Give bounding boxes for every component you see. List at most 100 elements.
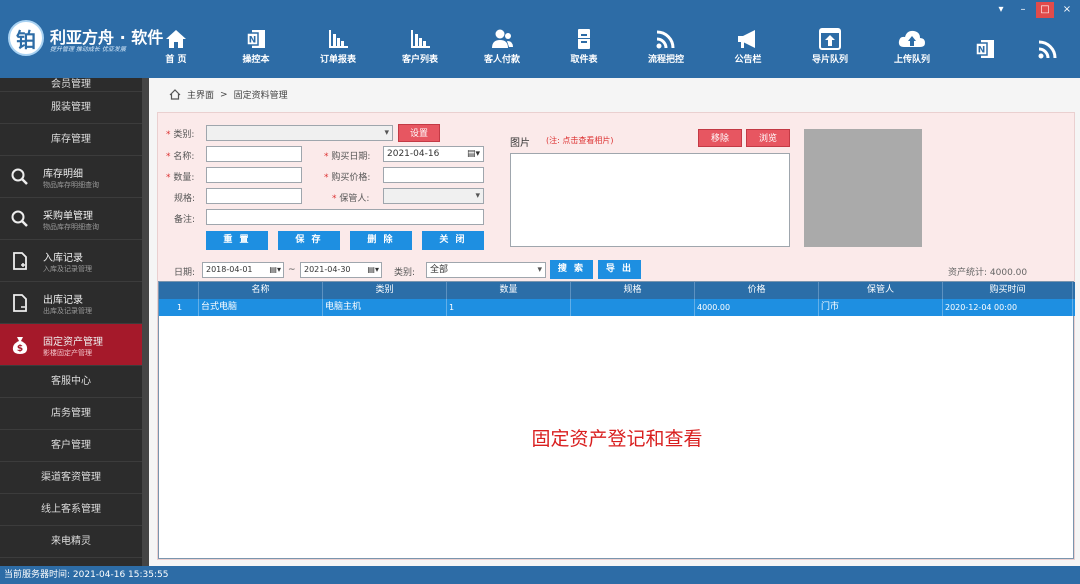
home-icon[interactable] <box>169 89 181 100</box>
toolbar-customer-list-button[interactable]: 客户列表 <box>380 24 460 66</box>
photo-note: (注: 点击查看相片) <box>546 136 614 145</box>
asset-form-panel: * 类别: 设置 * 名称: * 购买日期: 2021-04-16▤▾ * 数量… <box>157 112 1075 560</box>
sidebar-item-call-assistant[interactable]: 来电精灵 <box>0 526 142 558</box>
photo-preview[interactable] <box>804 129 922 247</box>
asset-total: 资产统计: 4000.00 <box>948 268 1028 278</box>
search-icon <box>11 168 28 185</box>
money-bag-icon: $ <box>12 337 28 354</box>
name-label: * 名称: <box>166 152 195 162</box>
cloud-upload-icon <box>872 24 952 54</box>
breadcrumb-current: 固定资料管理 <box>233 91 288 101</box>
quantity-input[interactable] <box>206 167 302 183</box>
sidebar-item-channel-leads[interactable]: 渠道客资管理 <box>0 462 142 494</box>
spec-input[interactable] <box>206 188 302 204</box>
date-from-picker[interactable]: 2018-04-01 ▤▾ <box>202 262 284 278</box>
name-input[interactable] <box>206 146 302 162</box>
sidebar-item-inventory[interactable]: 库存管理 <box>0 124 142 156</box>
toolbar-process-control-button[interactable]: 流程把控 <box>626 24 706 66</box>
photo-drop-area[interactable] <box>510 153 790 247</box>
toolbar-order-report-button[interactable]: 订单报表 <box>298 24 378 66</box>
calendar-icon[interactable]: ▤▾ <box>269 263 281 277</box>
delete-button[interactable]: 删 除 <box>350 231 412 250</box>
notebook-icon: N <box>216 24 296 54</box>
app-slogan: 提升管理 推动成长 优亚发展 <box>50 46 126 53</box>
sidebar-item-clothing[interactable]: 服装管理 <box>0 92 142 124</box>
sidebar-item-service-center[interactable]: 客服中心 <box>0 366 142 398</box>
document-out-icon <box>13 294 27 312</box>
column-header[interactable]: 数量 <box>447 282 571 299</box>
toolbar-onenote-button[interactable]: N <box>965 34 1005 64</box>
table-row[interactable]: 1 台式电脑 电脑主机 1 4000.00 门市 2020-12-04 00:0… <box>159 299 1075 316</box>
sidebar-item-customers[interactable]: 客户管理 <box>0 430 142 462</box>
column-header[interactable]: 规格 <box>571 282 695 299</box>
sidebar-item-stock-out[interactable]: 出库记录 出库及记录管理 <box>0 282 142 324</box>
home-icon <box>136 24 216 54</box>
search-icon <box>11 210 28 227</box>
sidebar-item-stock-in[interactable]: 入库记录 入库及记录管理 <box>0 240 142 282</box>
sidebar-item-stock-detail[interactable]: 库存明细 物品库存明细查询 <box>0 156 142 198</box>
column-header[interactable]: 类别 <box>323 282 447 299</box>
sidebar-splitter[interactable] <box>142 78 149 566</box>
toolbar-guest-payment-button[interactable]: 客人付款 <box>462 24 542 66</box>
toolbar-pickup-button[interactable]: 取件表 <box>544 24 624 66</box>
setup-button[interactable]: 设置 <box>398 124 440 142</box>
toolbar-home-button[interactable]: 首 页 <box>136 24 216 66</box>
window-maximize-button[interactable]: □ <box>1036 2 1054 18</box>
browse-photo-button[interactable]: 浏览 <box>746 129 790 147</box>
sidebar: 会员管理 服装管理 库存管理 库存明细 物品库存明细查询 采购单管理 物品库存明… <box>0 78 142 566</box>
page-caption: 固定资产登记和查看 <box>531 428 703 450</box>
asset-table: 名称 类别 数量 规格 价格 保管人 购买时间 1 台式电脑 电脑主机 1 40… <box>158 281 1075 559</box>
date-to-picker[interactable]: 2021-04-30 ▤▾ <box>300 262 382 278</box>
status-bar: 当前服务器时间: 2021-04-16 15:35:55 <box>0 566 1080 584</box>
category-label: * 类别: <box>166 130 195 140</box>
svg-text:N: N <box>978 46 986 56</box>
calendar-icon[interactable]: ▤▾ <box>367 263 379 277</box>
filter-category-select[interactable]: 全部 <box>426 262 546 278</box>
column-header[interactable]: 价格 <box>695 282 819 299</box>
toolbar-notebook-button[interactable]: N 操控本 <box>216 24 296 66</box>
column-header[interactable]: 名称 <box>199 282 323 299</box>
breadcrumb-home[interactable]: 主界面 <box>187 88 214 101</box>
column-header[interactable]: 购买时间 <box>943 282 1073 299</box>
sidebar-item-members[interactable]: 会员管理 <box>0 78 142 92</box>
svg-text:N: N <box>249 36 257 46</box>
cell-price: 4000.00 <box>695 299 819 316</box>
filter-category-label: 类别: <box>394 268 416 278</box>
export-button[interactable]: 导 出 <box>598 260 641 279</box>
sidebar-item-store-affairs[interactable]: 店务管理 <box>0 398 142 430</box>
sidebar-item-online-leads[interactable]: 线上客系管理 <box>0 494 142 526</box>
remark-input[interactable] <box>206 209 484 225</box>
cell-spec <box>571 299 695 316</box>
reset-button[interactable]: 重 置 <box>206 231 268 250</box>
upload-window-icon <box>790 24 870 54</box>
purchase-date-picker[interactable]: 2021-04-16 ▤▾ <box>383 146 484 162</box>
toolbar-signal-button[interactable] <box>1028 34 1068 64</box>
sidebar-item-purchase-order[interactable]: 采购单管理 物品库存明细查询 <box>0 198 142 240</box>
toolbar-import-queue-button[interactable]: 导片队列 <box>790 24 870 66</box>
keeper-select[interactable] <box>383 188 484 204</box>
window-menu-button[interactable]: ▾ <box>992 2 1010 18</box>
close-button[interactable]: 关 闭 <box>422 231 484 250</box>
sidebar-item-fixed-assets[interactable]: $ 固定资产管理 影楼固定产管理 <box>0 324 142 366</box>
window-close-button[interactable]: × <box>1058 2 1076 18</box>
purchase-price-input[interactable] <box>383 167 484 183</box>
remark-label: 备注: <box>174 215 196 225</box>
remove-photo-button[interactable]: 移除 <box>698 129 742 147</box>
toolbar-bulletin-button[interactable]: 公告栏 <box>708 24 788 66</box>
category-select[interactable] <box>206 125 393 141</box>
cell-purchase-date: 2020-12-04 00:00 <box>943 299 1073 316</box>
notebook-icon: N <box>965 34 1005 64</box>
document-in-icon <box>13 252 27 270</box>
window-minimize-button[interactable]: – <box>1014 2 1032 18</box>
cabinet-icon <box>544 24 624 54</box>
signal-icon <box>1028 34 1068 64</box>
column-header[interactable]: 保管人 <box>819 282 943 299</box>
table-header: 名称 类别 数量 规格 价格 保管人 购买时间 <box>159 282 1075 299</box>
bar-chart-icon <box>380 24 460 54</box>
toolbar-upload-queue-button[interactable]: 上传队列 <box>872 24 952 66</box>
save-button[interactable]: 保 存 <box>278 231 340 250</box>
app-logo: 铂 <box>8 20 44 56</box>
calendar-icon[interactable]: ▤▾ <box>467 147 480 161</box>
search-button[interactable]: 搜 索 <box>550 260 593 279</box>
date-filter-label: 日期: <box>174 268 196 278</box>
